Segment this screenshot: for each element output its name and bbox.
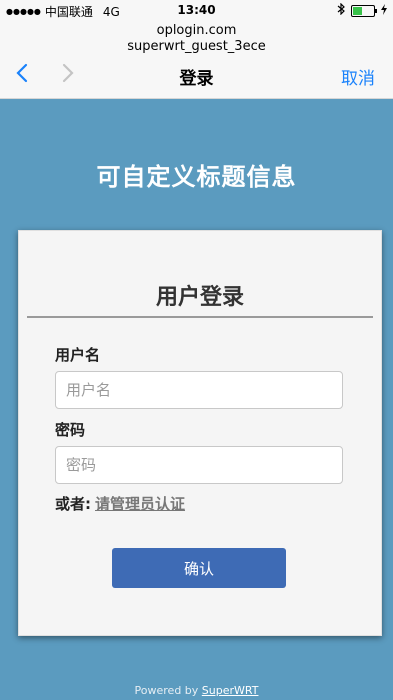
alt-auth-row: 或者: 请管理员认证: [55, 493, 185, 514]
url-host[interactable]: oplogin.com: [0, 23, 393, 38]
status-bar: ●●●●● 中国联通 4G 13:40: [0, 0, 393, 20]
charging-icon: [381, 3, 387, 18]
login-title: 用户登录: [155, 285, 244, 310]
confirm-button[interactable]: 确认: [112, 548, 286, 588]
status-right: [337, 2, 387, 18]
cancel-button[interactable]: 取消: [341, 64, 375, 89]
username-input[interactable]: [55, 371, 343, 409]
username-label: 用户名: [55, 346, 101, 364]
alt-auth-prefix: 或者:: [55, 495, 91, 513]
browser-header: oplogin.com superwrt_guest_3ece 登录 取消: [0, 20, 393, 99]
login-card: 用户登录 用户名 密码 或者:请管理员认证 确认: [18, 230, 382, 636]
admin-auth-link[interactable]: 请管理员认证: [95, 495, 185, 513]
custom-heading: 可自定义标题信息: [96, 163, 297, 191]
footer-powered-by: Powered by: [134, 684, 199, 697]
page-title: 登录: [179, 69, 214, 89]
title-divider: [27, 316, 373, 318]
status-time: 13:40: [177, 3, 216, 17]
password-label: 密码: [55, 421, 86, 439]
password-input[interactable]: [55, 446, 343, 484]
battery-icon: [351, 4, 377, 17]
url-path[interactable]: superwrt_guest_3ece: [0, 39, 393, 54]
footer: Powered by SuperWRT: [0, 684, 393, 697]
bluetooth-icon: [337, 2, 345, 18]
superwrt-link[interactable]: SuperWRT: [202, 684, 259, 697]
